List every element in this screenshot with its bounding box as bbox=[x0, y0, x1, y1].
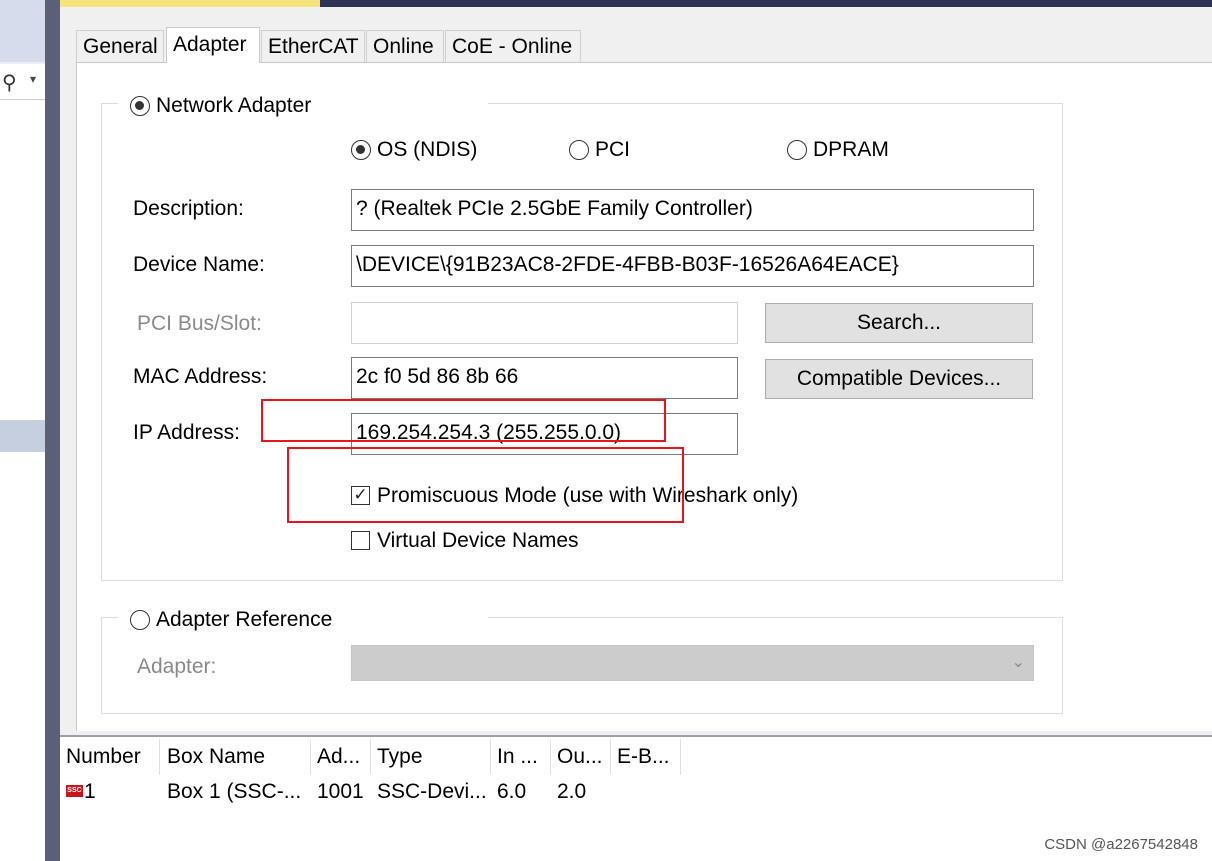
tree-selected-item[interactable] bbox=[0, 420, 45, 452]
network-adapter-radio[interactable] bbox=[130, 96, 150, 116]
adapter-reference-radio[interactable] bbox=[130, 610, 150, 630]
left-search-box[interactable]: ⚲ ▾ bbox=[0, 64, 45, 100]
row-eb[interactable] bbox=[611, 777, 681, 807]
splitter[interactable] bbox=[45, 0, 60, 861]
adapter-reference-label: Adapter Reference bbox=[156, 608, 333, 631]
box-list: Number Box Name Ad... Type In ... Ou... … bbox=[60, 735, 1212, 861]
tab-general[interactable]: General bbox=[76, 30, 164, 62]
mode-os-ndis-radio[interactable] bbox=[351, 140, 371, 160]
left-panel-header bbox=[0, 0, 45, 62]
solution-tree bbox=[0, 100, 45, 420]
solution-tree-lower bbox=[0, 452, 45, 861]
watermark: CSDN @a2267542848 bbox=[1044, 836, 1198, 853]
ip-address-label: IP Address: bbox=[133, 421, 241, 444]
search-button[interactable]: Search... bbox=[765, 303, 1033, 343]
mac-address-field[interactable]: 2c f0 5d 86 8b 66 bbox=[351, 357, 738, 399]
column-header-number[interactable]: Number bbox=[60, 739, 160, 775]
mode-dpram-radio[interactable] bbox=[787, 140, 807, 160]
tab-coe-online[interactable]: CoE - Online bbox=[445, 30, 581, 62]
search-icon[interactable]: ⚲ bbox=[2, 70, 17, 95]
highlight-box-ip bbox=[261, 399, 666, 442]
chevron-down-icon[interactable]: ▾ bbox=[30, 72, 36, 86]
device-name-label: Device Name: bbox=[133, 253, 265, 276]
column-header-box-name[interactable]: Box Name bbox=[161, 739, 311, 775]
column-header-type[interactable]: Type bbox=[371, 739, 491, 775]
chevron-down-icon[interactable]: ⌄ bbox=[1012, 652, 1025, 672]
virtual-device-names-checkbox[interactable] bbox=[351, 531, 370, 550]
pci-bus-slot-field[interactable] bbox=[351, 302, 738, 344]
mac-address-label: MAC Address: bbox=[133, 365, 268, 388]
highlight-box-promiscuous bbox=[287, 447, 684, 523]
column-header-address[interactable]: Ad... bbox=[311, 739, 371, 775]
tab-ethercat[interactable]: EtherCAT bbox=[261, 30, 365, 62]
row-in[interactable]: 6.0 bbox=[491, 777, 551, 807]
column-header-out[interactable]: Ou... bbox=[551, 739, 611, 775]
row-number[interactable]: 1 bbox=[78, 777, 158, 807]
column-header-in[interactable]: In ... bbox=[491, 739, 551, 775]
network-adapter-label: Network Adapter bbox=[156, 94, 312, 117]
row-box-name[interactable]: Box 1 (SSC-... bbox=[161, 777, 307, 807]
description-label: Description: bbox=[133, 197, 244, 220]
document-tab-bar bbox=[320, 0, 1212, 7]
mode-pci-radio[interactable] bbox=[569, 140, 589, 160]
row-address[interactable]: 1001 bbox=[311, 777, 371, 807]
device-name-field[interactable]: \DEVICE\{91B23AC8-2FDE-4FBB-B03F-16526A6… bbox=[351, 245, 1034, 287]
column-header-eb[interactable]: E-B... bbox=[611, 739, 681, 775]
pci-bus-slot-label: PCI Bus/Slot: bbox=[137, 312, 262, 335]
adapter-label: Adapter: bbox=[137, 655, 217, 678]
compatible-devices-button[interactable]: Compatible Devices... bbox=[765, 359, 1033, 399]
mode-pci-label: PCI bbox=[595, 138, 631, 161]
tab-online[interactable]: Online bbox=[366, 30, 444, 62]
mode-os-ndis-label: OS (NDIS) bbox=[377, 138, 478, 161]
active-document-tab[interactable] bbox=[60, 0, 320, 7]
tab-adapter[interactable]: Adapter bbox=[166, 27, 260, 63]
mode-dpram-label: DPRAM bbox=[813, 138, 889, 161]
description-field[interactable]: ? (Realtek PCIe 2.5GbE Family Controller… bbox=[351, 189, 1034, 231]
adapter-dropdown[interactable]: ⌄ bbox=[351, 645, 1034, 681]
row-type[interactable]: SSC-Devi... bbox=[371, 777, 491, 807]
row-out[interactable]: 2.0 bbox=[551, 777, 611, 807]
virtual-device-names-label: Virtual Device Names bbox=[377, 529, 579, 552]
